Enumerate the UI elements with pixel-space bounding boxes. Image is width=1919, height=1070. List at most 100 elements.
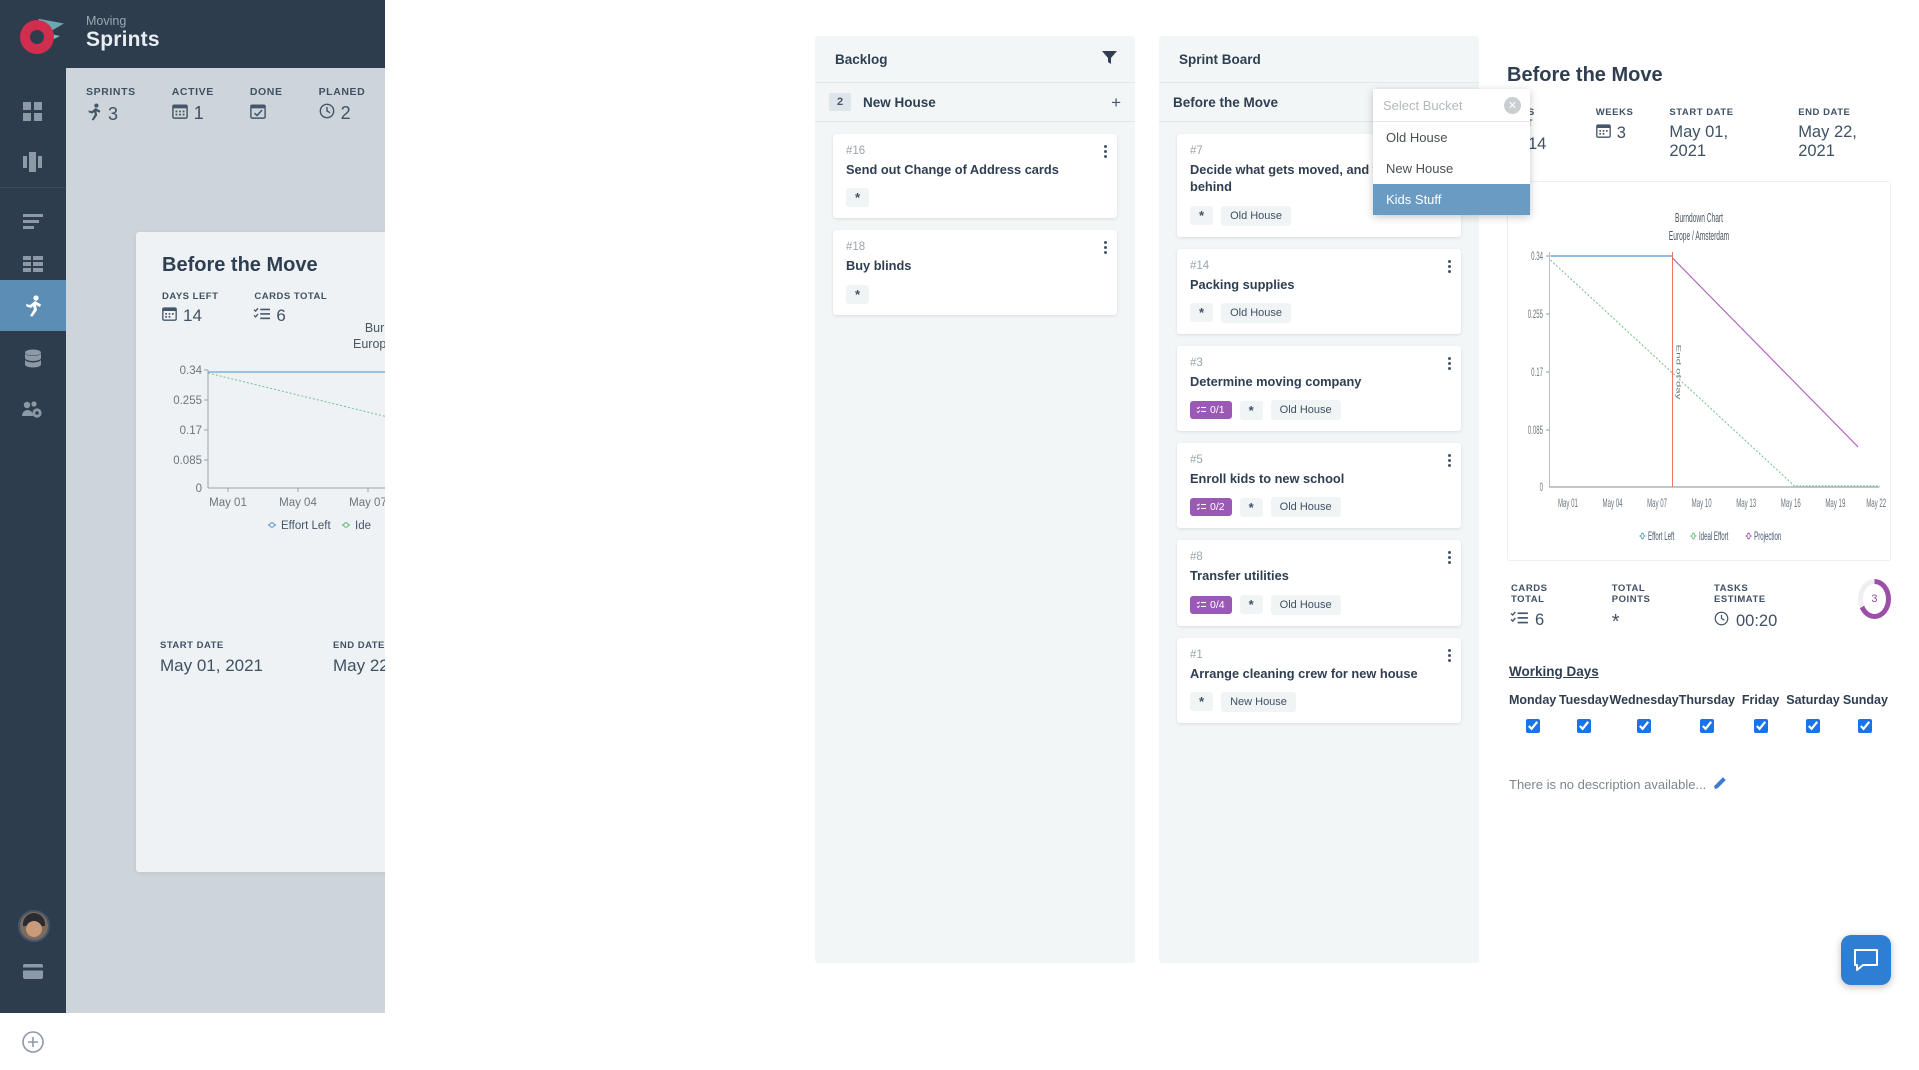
- card-points: *: [846, 285, 869, 304]
- legend-label: Ideal Effort: [1699, 530, 1729, 542]
- pencil-icon[interactable]: [1714, 776, 1727, 792]
- asterisk-icon: *: [1612, 611, 1674, 634]
- filter-icon[interactable]: [1102, 50, 1117, 70]
- card-tags: * Old House: [1190, 303, 1448, 323]
- stat-value-wrap: 1: [172, 103, 214, 124]
- stat-value: 3: [1617, 124, 1626, 143]
- svg-text:0.255: 0.255: [173, 395, 202, 407]
- legend-label: Projection: [1754, 530, 1781, 542]
- card-checklist: 0/4: [1190, 596, 1232, 614]
- list-icon: [23, 214, 43, 230]
- kebab-menu-icon[interactable]: [1448, 647, 1451, 664]
- avatar[interactable]: [18, 910, 50, 942]
- day-checkbox-saturday[interactable]: [1806, 719, 1820, 733]
- sprint-card-1[interactable]: #1 Arrange cleaning crew for new house *…: [1177, 638, 1461, 723]
- xtick-4: May 13: [1736, 497, 1756, 509]
- card-tags: 0/1 * Old House: [1190, 400, 1448, 420]
- sidebar-item-sprints[interactable]: [0, 280, 66, 331]
- stat-value: 2: [341, 103, 351, 124]
- card-title: Transfer utilities: [1190, 567, 1448, 584]
- plus-circle-icon: [22, 1031, 44, 1058]
- detail-title: Before the Move: [1507, 64, 1891, 87]
- working-day-thursday: Thursday: [1679, 693, 1735, 738]
- sidebar-item-boards[interactable]: [0, 137, 66, 188]
- backlog-card-18[interactable]: #18 Buy blinds *: [833, 230, 1117, 314]
- working-day-tuesday: Tuesday: [1558, 693, 1609, 738]
- clear-circle-icon[interactable]: ✕: [1504, 97, 1521, 114]
- stat-value: 1: [194, 103, 204, 124]
- svg-text:0: 0: [196, 483, 202, 495]
- card-bucket-tag: Old House: [1221, 206, 1291, 226]
- backlog-bucket-header[interactable]: 2 New House +: [815, 82, 1135, 122]
- stat-value: May 22, 2021: [1798, 123, 1891, 161]
- bucket-option-new-house[interactable]: New House: [1373, 153, 1530, 184]
- sprint-card-3[interactable]: #3 Determine moving company 0/1 * Old Ho…: [1177, 346, 1461, 431]
- backlog-card-16[interactable]: #16 Send out Change of Address cards *: [833, 134, 1117, 218]
- kebab-menu-icon[interactable]: [1104, 239, 1107, 256]
- description-row[interactable]: There is no description available...: [1507, 776, 1891, 792]
- detail-stat-start-date: START DATE May 01, 2021: [1669, 107, 1762, 161]
- stat-value: 3: [108, 104, 118, 125]
- stat-label: END DATE: [1798, 107, 1891, 118]
- sidebar-item-add[interactable]: [0, 1018, 66, 1070]
- sidebar-item-dashboard[interactable]: [0, 86, 66, 137]
- kebab-menu-icon[interactable]: [1448, 355, 1451, 372]
- sidebar-item-billing[interactable]: [0, 948, 66, 1000]
- sprint-card-14[interactable]: #14 Packing supplies * Old House: [1177, 249, 1461, 334]
- sprint-card-5[interactable]: #5 Enroll kids to new school 0/2 * Old H…: [1177, 443, 1461, 528]
- summary-value: 00:20: [1736, 612, 1777, 631]
- backlog-header: Backlog: [815, 36, 1135, 82]
- bucket-name: Before the Move: [1173, 95, 1278, 110]
- xtick-2: May 07: [1647, 497, 1667, 509]
- legend-effort-left: Effort Left: [1640, 530, 1675, 542]
- svg-text:May 01: May 01: [209, 497, 247, 509]
- bg-start-date: START DATE May 01, 2021: [160, 640, 263, 676]
- checklist-count: 0/1: [1210, 404, 1225, 416]
- svg-text:0.17: 0.17: [180, 425, 202, 437]
- chat-bubble-icon[interactable]: [1841, 935, 1891, 985]
- header-stats: SPRINTS 3 ACTIVE 1 DONE: [86, 86, 365, 126]
- summary-label: TASKS ESTIMATE: [1714, 583, 1788, 605]
- summary-value-wrap: 6: [1511, 611, 1572, 630]
- xtick-0: May 01: [1558, 497, 1578, 509]
- sidebar: [0, 68, 66, 1013]
- kebab-menu-icon[interactable]: [1448, 258, 1451, 275]
- working-day-sunday: Sunday: [1840, 693, 1891, 738]
- kebab-menu-icon[interactable]: [1104, 143, 1107, 160]
- sidebar-item-data[interactable]: [0, 333, 66, 384]
- dashboard-grid-icon: [23, 102, 43, 122]
- day-label: Saturday: [1786, 693, 1840, 707]
- day-checkbox-sunday[interactable]: [1858, 719, 1872, 733]
- card-number: #14: [1190, 260, 1448, 272]
- bucket-option-old-house[interactable]: Old House: [1373, 122, 1530, 153]
- plus-icon[interactable]: +: [1111, 94, 1121, 111]
- card-points: *: [1240, 401, 1263, 420]
- card-number: #1: [1190, 649, 1448, 661]
- day-checkbox-monday[interactable]: [1526, 719, 1540, 733]
- table-grid-icon: [23, 256, 43, 272]
- svg-text:May 07: May 07: [349, 497, 387, 509]
- credit-card-icon: [23, 964, 43, 984]
- bucket-option-kids-stuff[interactable]: Kids Stuff: [1373, 184, 1530, 215]
- summary-label: TOTAL POINTS: [1612, 583, 1674, 605]
- sidebar-item-team[interactable]: [0, 384, 66, 435]
- day-checkbox-wednesday[interactable]: [1637, 719, 1651, 733]
- clock-icon: [1714, 611, 1729, 631]
- card-tags: 0/2 * Old House: [1190, 497, 1448, 517]
- card-title: Send out Change of Address cards: [846, 161, 1104, 178]
- day-checkbox-friday[interactable]: [1754, 719, 1768, 733]
- xtick-5: May 16: [1781, 497, 1801, 509]
- day-checkbox-thursday[interactable]: [1700, 719, 1714, 733]
- day-label: Sunday: [1840, 693, 1891, 707]
- stat-label: WEEKS: [1596, 107, 1634, 118]
- svg-text:0.34: 0.34: [180, 365, 203, 377]
- kebab-menu-icon[interactable]: [1448, 549, 1451, 566]
- kebab-menu-icon[interactable]: [1448, 452, 1451, 469]
- day-checkbox-tuesday[interactable]: [1577, 719, 1591, 733]
- sprint-card-8[interactable]: #8 Transfer utilities 0/4 * Old House: [1177, 540, 1461, 625]
- calendar-icon: [172, 103, 188, 124]
- bucket-dropdown[interactable]: Select Bucket ✕ Old House New House Kids…: [1373, 89, 1530, 215]
- sprint-detail-modal: Backlog 2 New House + #16 Send out Chang…: [790, 18, 1901, 985]
- checklist-icon: [1511, 611, 1528, 630]
- card-tags: *: [846, 188, 1104, 207]
